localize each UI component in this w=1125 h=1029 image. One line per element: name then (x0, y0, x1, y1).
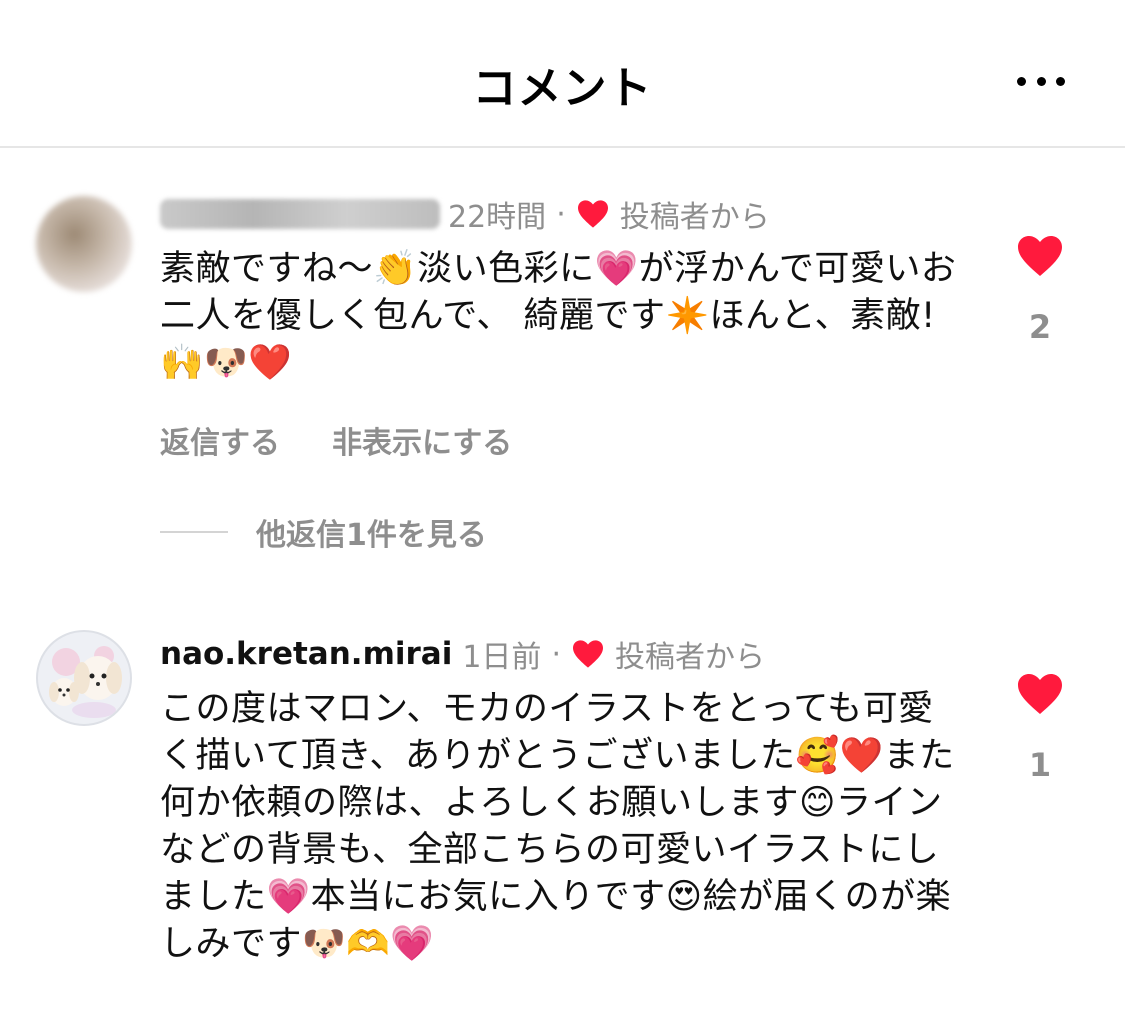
like-heart-icon[interactable] (1016, 234, 1064, 278)
view-replies-label: 他返信1件を見る (256, 518, 487, 553)
dot (1036, 76, 1046, 86)
comment-actions: 返信する 非表示にする (160, 418, 512, 462)
dot (1056, 76, 1065, 86)
reply-button[interactable]: 返信する (160, 418, 280, 462)
separator-dot: · (556, 196, 566, 232)
comment-meta: kawashimamiwi 22時間 · 投稿者から (160, 192, 770, 236)
creator-heart-icon (572, 640, 603, 668)
like-count: 1 (1028, 746, 1052, 784)
like-heart-icon[interactable] (1016, 672, 1064, 716)
username[interactable]: kawashimamiwi (160, 199, 440, 229)
comment-meta: nao.kretan.mirai 1日前 · 投稿者から (160, 632, 765, 676)
comment-text: 素敵ですね〜👏淡い色彩に💗が浮かんで可愛いお二人を優しく包んで、 綺麗です✴️ほ… (160, 249, 957, 383)
page-title: コメント (472, 63, 653, 114)
dot (1017, 76, 1026, 86)
username[interactable]: nao.kretan.mirai (160, 636, 452, 672)
like-count: 2 (1028, 308, 1052, 346)
hide-button[interactable]: 非表示にする (332, 418, 512, 462)
creator-heart-icon (577, 200, 608, 228)
timestamp: 22時間 (448, 200, 547, 235)
avatar[interactable] (36, 630, 132, 726)
more-options-icon[interactable] (1017, 66, 1065, 96)
header: コメント (0, 0, 1125, 148)
divider-line (160, 531, 228, 533)
creator-label: 投稿者から (619, 200, 770, 235)
timestamp: 1日前 (462, 640, 542, 675)
separator-dot: · (551, 636, 561, 672)
dog-illustration-icon (49, 646, 122, 718)
like-column: 2 (1010, 234, 1070, 346)
comment-text: この度はマロン、モカのイラストをとっても可愛く描いて頂き、ありがとうございました… (160, 689, 955, 964)
creator-label: 投稿者から (614, 640, 765, 675)
view-replies-button[interactable]: 他返信1件を見る (160, 510, 487, 554)
avatar[interactable] (36, 196, 132, 292)
like-column: 1 (1010, 672, 1070, 784)
